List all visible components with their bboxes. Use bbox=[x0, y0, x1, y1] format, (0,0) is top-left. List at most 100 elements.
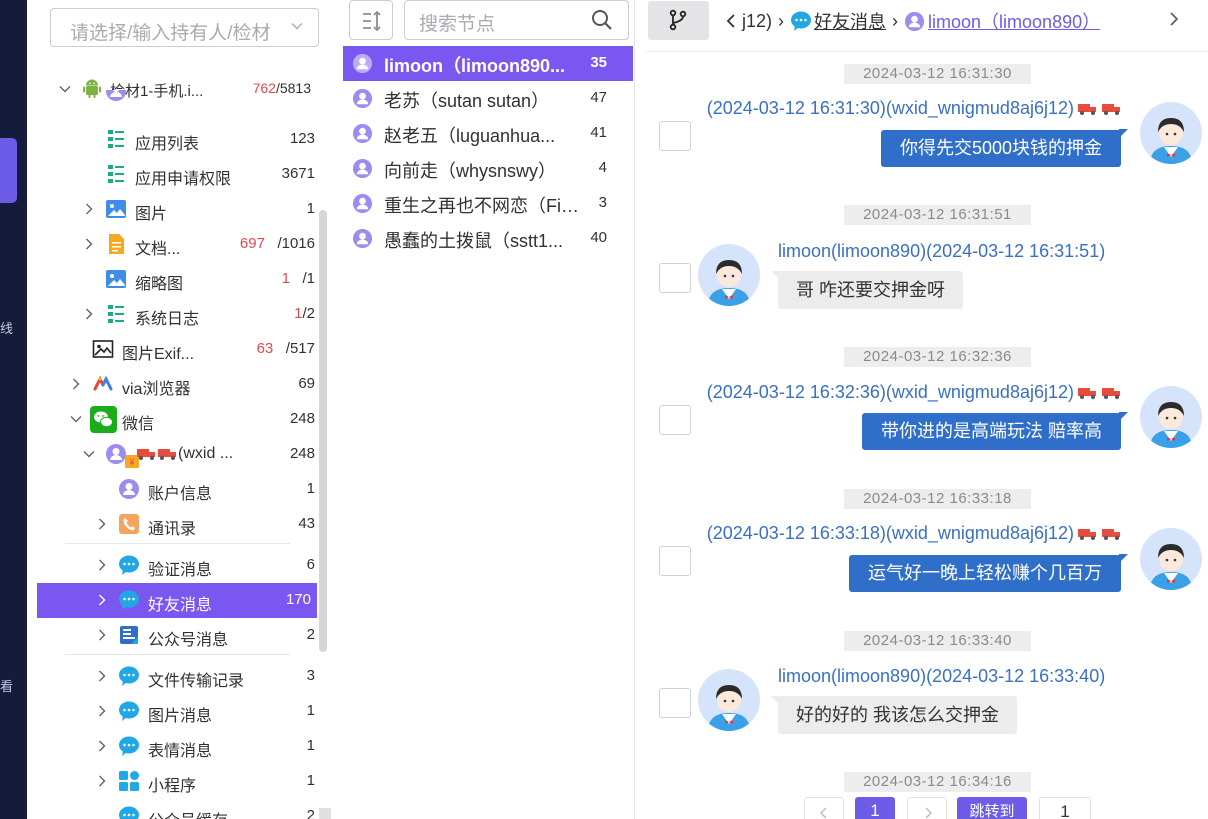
node-item-sutan[interactable]: 老苏（sutan sutan） 47 bbox=[343, 81, 633, 116]
tree-item-system-log[interactable]: 系统日志 1/2 bbox=[37, 297, 317, 332]
chevron-right-icon[interactable] bbox=[70, 378, 82, 390]
pager-jump-button[interactable]: 跳转到 bbox=[957, 797, 1027, 819]
node-item-whysnswy[interactable]: 向前走（whysnswy） 4 bbox=[343, 151, 633, 186]
tree-item-official-account-cache[interactable]: 公众号缓存 2 bbox=[37, 799, 317, 819]
chevron-right-icon[interactable] bbox=[96, 594, 108, 606]
breadcrumb-item-contact[interactable]: limoon（limoon890） bbox=[928, 8, 1100, 34]
breadcrumb-item-account[interactable]: j12) bbox=[742, 11, 772, 32]
message-checkbox[interactable] bbox=[659, 121, 691, 151]
tree-item-count: 69 bbox=[298, 375, 315, 392]
pager-page-input[interactable]: 1 bbox=[1039, 797, 1091, 819]
avatar[interactable] bbox=[698, 244, 760, 306]
chevron-down-icon[interactable] bbox=[70, 413, 82, 425]
message-checkbox[interactable] bbox=[659, 263, 691, 293]
message-checkbox[interactable] bbox=[659, 688, 691, 718]
tree-item-friend-messages[interactable]: 好友消息 170 bbox=[37, 583, 317, 618]
chevron-down-icon bbox=[291, 23, 303, 30]
image-icon bbox=[106, 270, 126, 288]
message-checkbox[interactable] bbox=[659, 546, 691, 576]
rail-active-indicator[interactable] bbox=[0, 138, 17, 203]
message-checkbox[interactable] bbox=[659, 405, 691, 435]
rail-label-1[interactable]: 线 bbox=[0, 318, 13, 337]
avatar[interactable] bbox=[698, 669, 760, 731]
user-icon bbox=[352, 123, 373, 144]
sort-button[interactable] bbox=[349, 0, 393, 40]
tree-item-verify-messages[interactable]: 验证消息 6 bbox=[37, 548, 317, 583]
tree-item-official-account-messages[interactable]: 公众号消息 2 bbox=[37, 618, 317, 653]
node-item-fil[interactable]: 重生之再也不网恋（Fil... 3 bbox=[343, 186, 633, 221]
tree-item-label: 公众号消息 bbox=[148, 632, 229, 649]
tree-item-image-exif[interactable]: 图片Exif... 63 /517 bbox=[37, 332, 317, 367]
message-timestamp: 2024-03-12 16:31:51 bbox=[844, 205, 1031, 225]
node-item-luguanhua[interactable]: 赵老五（luguanhua... 41 bbox=[343, 116, 633, 151]
chat-bubble-icon bbox=[119, 555, 139, 575]
chevron-right-icon[interactable] bbox=[83, 308, 95, 320]
tree-item-count: 6 bbox=[306, 556, 315, 573]
holder-select[interactable]: 请选择/输入持有人/检材 bbox=[50, 8, 319, 47]
tree-item-contacts[interactable]: 通讯录 43 bbox=[37, 507, 317, 542]
chevron-right-icon[interactable] bbox=[96, 518, 108, 530]
tree-item-sticker-messages[interactable]: 表情消息 1 bbox=[37, 729, 317, 764]
tree-item-wechat[interactable]: 微信 248 bbox=[37, 402, 317, 437]
node-item-limoon[interactable]: limoon（limoon890... 35 bbox=[343, 46, 633, 81]
tree-item-count: 1/2 bbox=[294, 305, 315, 322]
rail-label-2[interactable]: 看 bbox=[0, 676, 13, 695]
tree-item-file-transfer[interactable]: 文件传输记录 3 bbox=[37, 659, 317, 694]
chevron-right-icon[interactable] bbox=[1168, 10, 1180, 28]
tree-item-mini-programs[interactable]: 小程序 1 bbox=[37, 764, 317, 799]
chevron-right-icon[interactable] bbox=[96, 629, 108, 641]
tree-item-documents[interactable]: 文档... 697 /1016 bbox=[37, 227, 317, 262]
list-icon bbox=[108, 165, 124, 183]
tree-item-label: 应用申请权限 bbox=[135, 171, 232, 188]
person-avatar-icon bbox=[708, 685, 750, 731]
chevron-down-icon[interactable] bbox=[83, 448, 95, 460]
search-icon[interactable] bbox=[590, 8, 614, 32]
tree-item-count: 1 bbox=[306, 772, 315, 789]
pager-prev-button[interactable] bbox=[804, 797, 844, 819]
tree-item-count: 697 /1016 bbox=[239, 235, 315, 252]
tree-scrollbar[interactable] bbox=[319, 210, 327, 652]
chat-bubble-icon bbox=[119, 701, 139, 721]
breadcrumb-item-friend-messages[interactable]: 好友消息 bbox=[814, 8, 886, 34]
node-item-count: 3 bbox=[598, 194, 607, 211]
list-icon bbox=[108, 305, 124, 323]
chevron-right-icon[interactable] bbox=[96, 705, 108, 717]
tree-item-image-messages[interactable]: 图片消息 1 bbox=[37, 694, 317, 729]
tree-item-via-browser[interactable]: via浏览器 69 bbox=[37, 367, 317, 402]
avatar[interactable] bbox=[1140, 102, 1202, 164]
tree-item-account[interactable] bbox=[37, 90, 317, 114]
user-icon bbox=[352, 158, 373, 179]
chevron-right-icon[interactable] bbox=[96, 740, 108, 752]
node-search-input[interactable]: 搜索节点 bbox=[404, 0, 629, 40]
tree-item-count: 1 /1 bbox=[281, 270, 315, 287]
scroll-corner bbox=[319, 808, 331, 819]
truck-icon bbox=[1078, 528, 1096, 540]
avatar[interactable] bbox=[1140, 528, 1202, 590]
chevron-left-icon[interactable] bbox=[726, 13, 736, 29]
message-timestamp: 2024-03-12 16:34:16 bbox=[844, 772, 1031, 792]
tree-item-thumbnails[interactable]: 缩略图 1 /1 bbox=[37, 262, 317, 297]
chevron-right-icon[interactable] bbox=[96, 559, 108, 571]
tree-item-app-list[interactable]: 应用列表 123 bbox=[37, 122, 317, 157]
avatar[interactable] bbox=[1140, 386, 1202, 448]
user-icon bbox=[352, 228, 373, 249]
pager-next-button[interactable] bbox=[907, 797, 947, 819]
chevron-right-icon[interactable] bbox=[96, 775, 108, 787]
pager-current-page[interactable]: 1 bbox=[855, 797, 895, 819]
person-avatar-icon bbox=[1150, 402, 1192, 448]
document-icon bbox=[109, 234, 124, 254]
tree-item-wxid-account[interactable]: ¥ (wxid ... 248 bbox=[37, 437, 317, 472]
chevron-right-icon[interactable] bbox=[96, 670, 108, 682]
tree-item-app-permissions[interactable]: 应用申请权限 3671 bbox=[37, 157, 317, 192]
tree-item-count: 63 /517 bbox=[256, 340, 315, 357]
node-item-sstt[interactable]: 愚蠢的土拨鼠（sstt1... 40 bbox=[343, 221, 633, 256]
tree-item-label: 通讯录 bbox=[148, 521, 197, 538]
tree-item-account-info[interactable]: 账户信息 1 bbox=[37, 472, 317, 507]
chevron-right-icon[interactable] bbox=[83, 238, 95, 250]
tree-item-count: 3 bbox=[306, 667, 315, 684]
chevron-right-icon[interactable] bbox=[83, 203, 95, 215]
tree-item-images[interactable]: 图片 1 bbox=[37, 192, 317, 227]
tree-item-count: 1 bbox=[306, 200, 315, 217]
branch-button[interactable] bbox=[648, 1, 709, 40]
mini-program-icon bbox=[119, 771, 139, 791]
